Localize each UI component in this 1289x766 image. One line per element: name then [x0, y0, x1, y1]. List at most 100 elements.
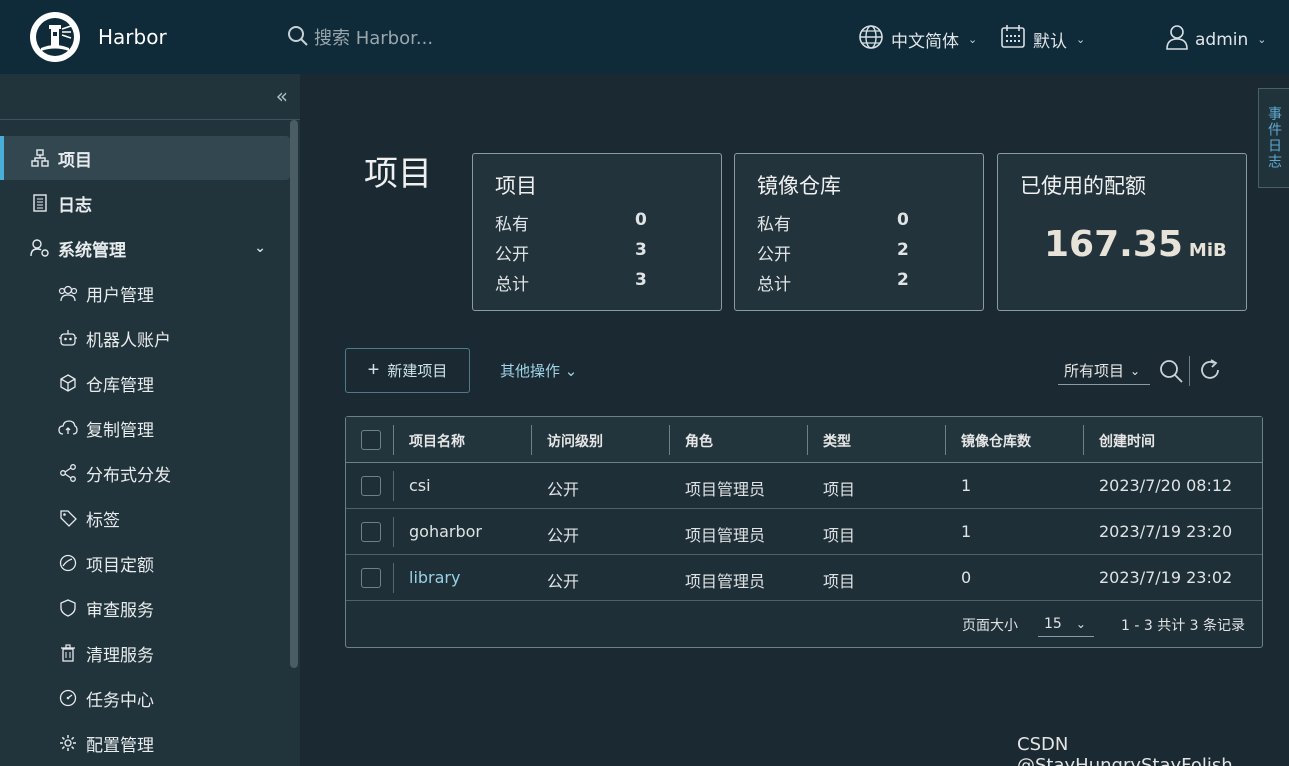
tag-icon: [58, 508, 78, 528]
chevron-down-icon: ⌄: [1257, 33, 1267, 46]
projects-summary-card: 项目 私有 0 公开 3 总计 3: [472, 153, 722, 311]
total-count: 3: [635, 270, 647, 290]
watermark: CSDN @StayHungryStayFolish: [1017, 734, 1233, 766]
sidebar-item-job-service[interactable]: 任务中心: [0, 676, 290, 720]
column-header-created[interactable]: 创建时间: [1099, 431, 1155, 451]
sidebar-item-distributions[interactable]: 分布式分发: [0, 451, 290, 495]
new-project-label: 新建项目: [387, 363, 448, 380]
column-header-type[interactable]: 类型: [823, 431, 851, 451]
row-label: 总计: [757, 275, 791, 295]
language-selector[interactable]: 中文简体 ⌄: [858, 24, 977, 55]
sidebar-item-label: 分布式分发: [86, 465, 171, 486]
sidebar-item-users[interactable]: 用户管理: [0, 271, 290, 315]
new-project-button[interactable]: + 新建项目: [345, 348, 470, 393]
public-row: 公开 2: [757, 240, 909, 265]
column-divider: [945, 425, 946, 455]
sidebar-item-label: 标签: [86, 510, 120, 531]
event-log-tab[interactable]: 事件日志: [1258, 88, 1289, 188]
users-icon: [58, 283, 78, 303]
dashboard-icon: [58, 688, 78, 708]
search-icon[interactable]: [1158, 358, 1184, 388]
language-label: 中文简体: [891, 32, 959, 52]
sidebar-scrollbar[interactable]: [290, 120, 298, 668]
sidebar-item-replications[interactable]: 复制管理: [0, 406, 290, 450]
column-divider: [1083, 425, 1084, 455]
sidebar-item-administration[interactable]: 系统管理 ⌄: [0, 226, 290, 270]
private-count: 0: [635, 210, 647, 230]
project-name[interactable]: csi: [409, 476, 431, 495]
table-header: 项目名称 访问级别 角色 类型 镜像仓库数 创建时间: [346, 417, 1262, 463]
row-label: 公开: [495, 245, 529, 265]
row-checkbox[interactable]: [361, 568, 381, 588]
total-row: 总计 2: [757, 270, 909, 295]
project-filter-select[interactable]: 所有项目 ⌄: [1058, 357, 1150, 385]
chevron-down-icon[interactable]: ⌄: [254, 240, 266, 256]
quota-number: 167.35: [1044, 224, 1183, 265]
search-input[interactable]: [314, 27, 514, 49]
quota-summary-card: 已使用的配额 167.35 MiB: [997, 153, 1247, 311]
sidebar-item-registries[interactable]: 仓库管理: [0, 361, 290, 405]
sidebar-item-label: 日志: [58, 195, 92, 216]
sidebar-item-configuration[interactable]: 配置管理: [0, 721, 290, 765]
sidebar-item-clean-up[interactable]: 清理服务: [0, 631, 290, 675]
creation-time: 2023/7/19 23:02: [1099, 568, 1233, 587]
repo-count: 0: [961, 568, 972, 587]
table-row[interactable]: goharbor 公开 项目管理员 项目 1 2023/7/19 23:20: [346, 509, 1262, 555]
collapse-icon[interactable]: «: [276, 84, 288, 108]
row-divider: [393, 517, 394, 547]
card-title: 已使用的配额: [1020, 174, 1146, 198]
row-checkbox[interactable]: [361, 522, 381, 542]
row-divider: [393, 471, 394, 501]
column-header-name[interactable]: 项目名称: [409, 431, 465, 451]
project-name-link[interactable]: library: [409, 568, 460, 587]
column-header-repos[interactable]: 镜像仓库数: [961, 431, 1031, 451]
global-search[interactable]: [286, 24, 514, 52]
public-count: 2: [897, 240, 909, 260]
sidebar-item-label: 仓库管理: [86, 375, 154, 396]
card-title: 项目: [495, 174, 537, 198]
robot-icon: [58, 328, 78, 348]
column-divider: [531, 425, 532, 455]
column-divider: [393, 425, 394, 455]
sidebar-item-labels[interactable]: 标签: [0, 496, 290, 540]
sidebar-item-logs[interactable]: 日志: [0, 181, 290, 225]
main-content: 项目 项目 私有 0 公开 3 总计 3 镜像仓库 私有 0 公开 2 总计 2 已使用的配…: [300, 74, 1289, 766]
other-actions-label: 其他操作: [500, 362, 561, 380]
column-header-role[interactable]: 角色: [685, 431, 713, 451]
column-divider: [807, 425, 808, 455]
role: 项目管理员: [685, 480, 766, 499]
row-checkbox[interactable]: [361, 476, 381, 496]
total-row: 总计 3: [495, 270, 647, 295]
table-row[interactable]: library 公开 项目管理员 项目 0 2023/7/19 23:02: [346, 555, 1262, 601]
select-all-checkbox[interactable]: [361, 430, 381, 450]
user-menu[interactable]: admin ⌄: [1166, 24, 1267, 55]
sidebar-item-project-quotas[interactable]: 项目定额: [0, 541, 290, 585]
app-name[interactable]: Harbor: [98, 25, 167, 49]
sidebar-item-projects[interactable]: 项目: [0, 136, 290, 180]
access-level: 公开: [547, 572, 580, 591]
table-row[interactable]: csi 公开 项目管理员 项目 1 2023/7/20 08:12: [346, 463, 1262, 509]
private-row: 私有 0: [757, 210, 909, 235]
toolbar-divider: [1189, 356, 1190, 386]
datetime-format-selector[interactable]: 默认 ⌄: [1000, 24, 1085, 55]
harbor-logo-icon[interactable]: [30, 12, 80, 62]
sidebar-collapse: «: [0, 74, 300, 120]
sidebar-item-interrogation-services[interactable]: 审查服务: [0, 586, 290, 630]
repositories-summary-card: 镜像仓库 私有 0 公开 2 总计 2: [734, 153, 984, 311]
project-name[interactable]: goharbor: [409, 522, 482, 541]
chevron-down-icon: ⌄: [1076, 33, 1086, 46]
sidebar-item-robot-accounts[interactable]: 机器人账户: [0, 316, 290, 360]
sidebar-item-label: 系统管理: [58, 240, 126, 261]
column-header-access[interactable]: 访问级别: [547, 431, 603, 451]
repo-count: 1: [961, 522, 972, 541]
refresh-icon[interactable]: [1198, 358, 1222, 388]
chevron-down-icon: ⌄: [1130, 363, 1141, 378]
globe-icon: [858, 24, 884, 55]
cloud-sync-icon: [58, 418, 78, 438]
chevron-down-icon: ⌄: [564, 362, 578, 380]
sidebar-item-label: 用户管理: [86, 285, 154, 306]
page-title: 项目: [364, 154, 432, 194]
quota-value: 167.35 MiB: [1044, 224, 1227, 265]
page-size-select[interactable]: 15 ⌄: [1038, 611, 1094, 637]
other-actions-dropdown[interactable]: 其他操作 ⌄: [500, 360, 577, 381]
